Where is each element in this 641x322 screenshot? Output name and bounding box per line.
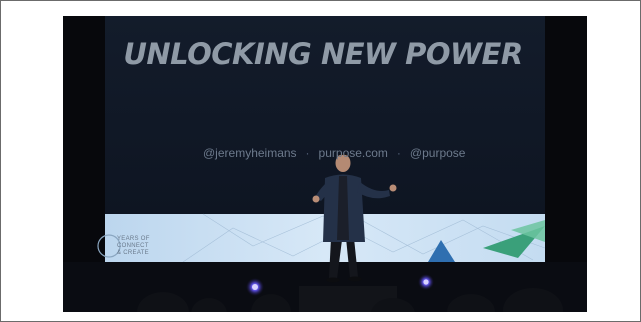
slide-handles: @jeremyheimans · purpose.com · @purpose	[203, 146, 465, 160]
handle-twitter-org: @purpose	[409, 146, 466, 160]
banner-line: YEARS OF	[117, 236, 150, 242]
handle-twitter-personal: @jeremyheimans	[203, 146, 297, 160]
banner-line: CONNECT	[117, 243, 149, 249]
slide-title: UNLOCKING NEW POWER	[123, 37, 523, 71]
separator-dot: ·	[305, 146, 310, 160]
separator-dot: ·	[396, 146, 401, 160]
handle-website: purpose.com	[318, 146, 388, 160]
stage-photo: UNLOCKING NEW POWER @jeremyheimans · purpo…	[63, 16, 587, 312]
banner-line: & CREATE	[117, 250, 149, 256]
image-frame: UNLOCKING NEW POWER @jeremyheimans · purpo…	[0, 0, 641, 322]
banner-caption: YEARS OF CONNECT & CREATE	[117, 236, 150, 257]
